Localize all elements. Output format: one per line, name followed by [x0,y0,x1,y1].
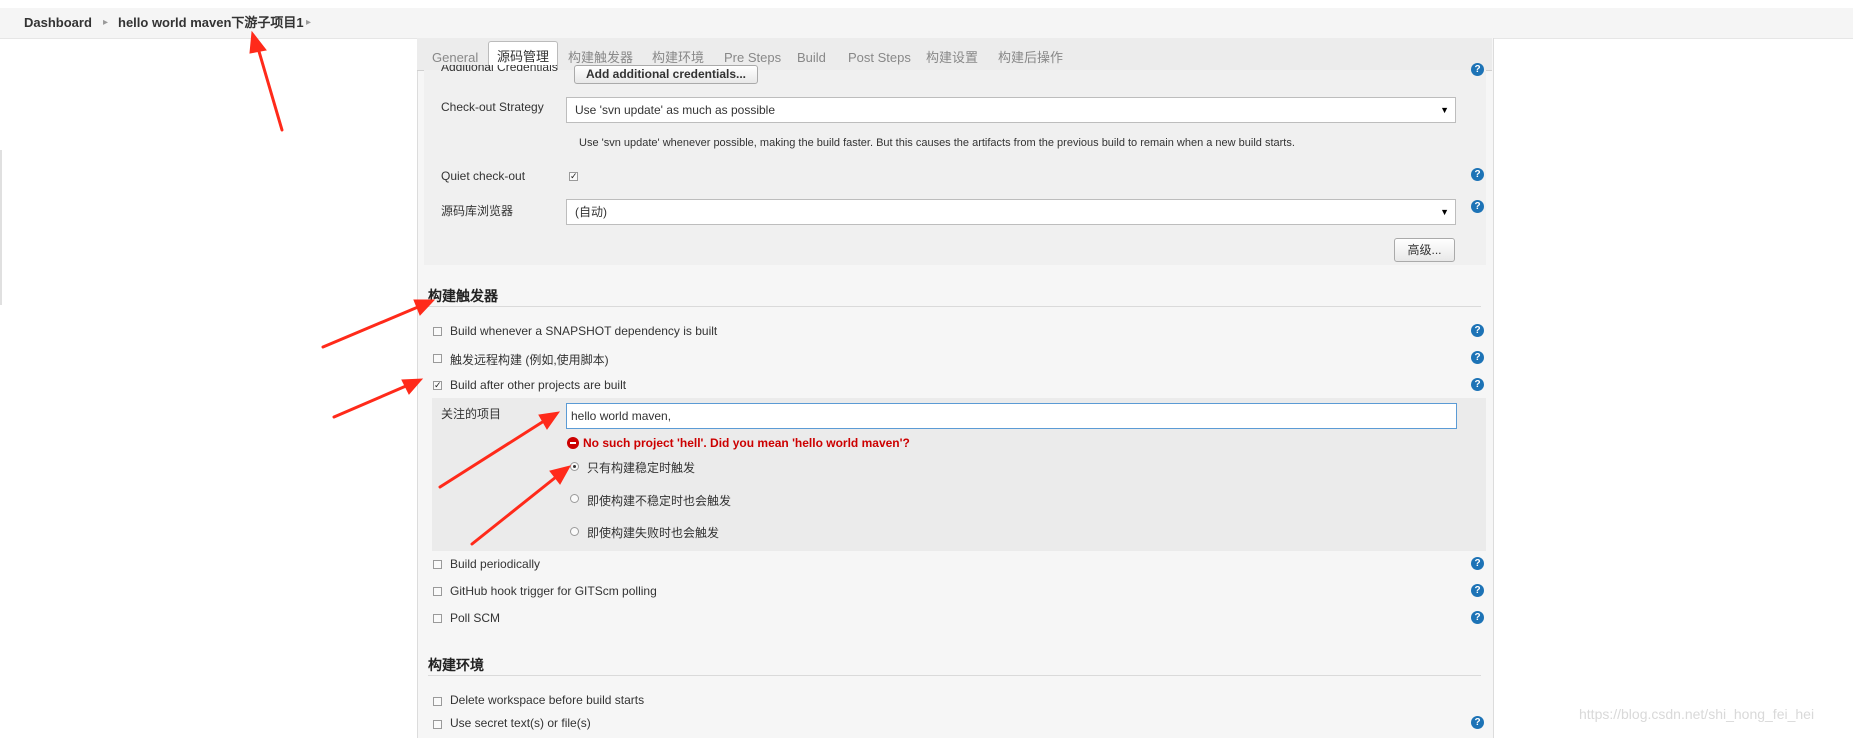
annotation-arrows [249,30,571,546]
annotation-arrow [470,465,571,546]
annotation-arrow [249,30,284,132]
annotation-arrow [332,378,424,419]
annotation-arrow [321,299,436,349]
annotation-arrow [438,411,561,489]
